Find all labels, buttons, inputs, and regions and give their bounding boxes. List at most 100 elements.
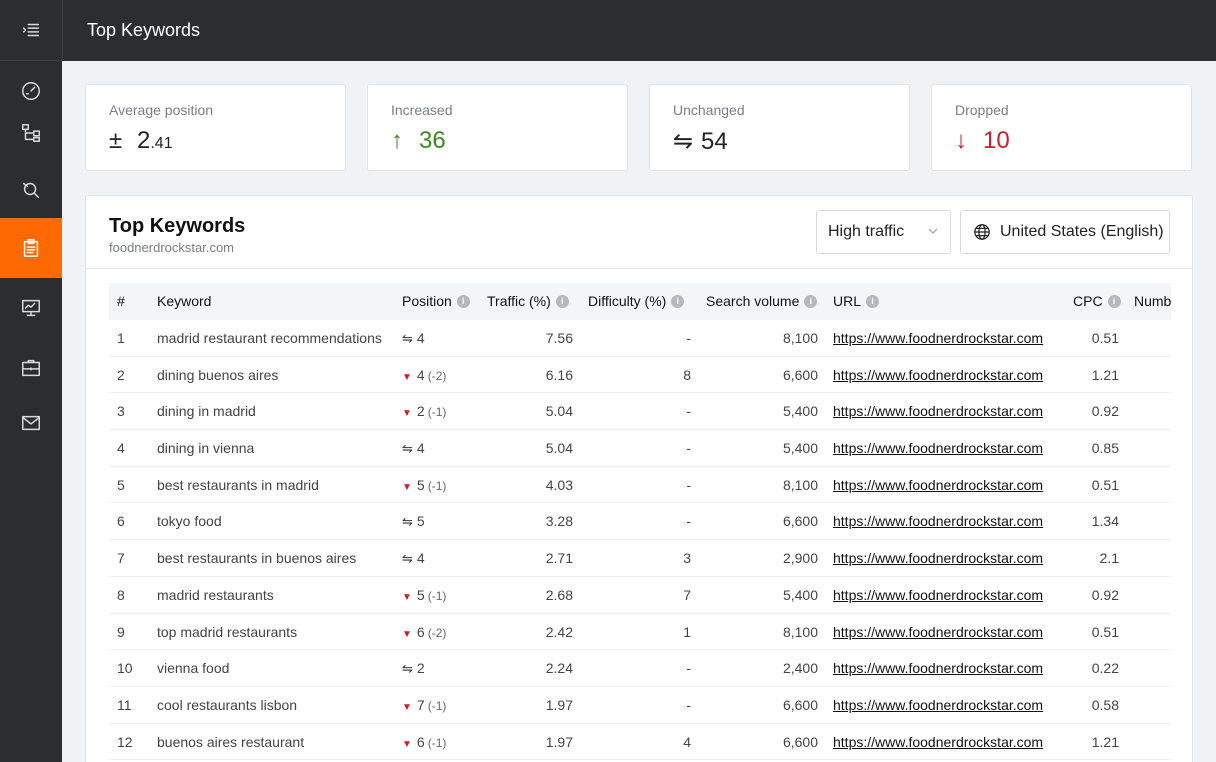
keyword-cell: dining in madrid bbox=[157, 403, 256, 419]
country-select[interactable]: United States (English) bbox=[960, 210, 1170, 254]
sidebar-item-structure[interactable] bbox=[0, 103, 62, 163]
sidebar-item-monitor[interactable] bbox=[0, 278, 62, 338]
cpc-cell: 0.51 bbox=[1073, 330, 1119, 346]
table-row[interactable]: 3dining in madrid▼2(-1)5.04-5,400https:/… bbox=[109, 393, 1171, 430]
search-volume-cell: 2,900 bbox=[706, 550, 818, 566]
sidebar-item-toolbox[interactable] bbox=[0, 338, 62, 398]
traffic-cell: 3.28 bbox=[487, 513, 573, 529]
col-cpc-label: CPC bbox=[1073, 293, 1103, 309]
sidebar-item-keyword-research[interactable] bbox=[0, 159, 62, 219]
position-delta: (-2) bbox=[428, 369, 447, 383]
panel-domain: foodnerdrockstar.com bbox=[109, 240, 234, 255]
url-link[interactable]: https://www.foodnerdrockstar.com bbox=[833, 697, 1052, 713]
table-row[interactable]: 6tokyo food⇋53.28-6,600https://www.foodn… bbox=[109, 503, 1171, 540]
col-cpc[interactable]: CPC i bbox=[1073, 293, 1121, 309]
col-search-volume[interactable]: Search volume i bbox=[706, 293, 817, 309]
sidebar bbox=[0, 0, 62, 762]
url-link[interactable]: https://www.foodnerdrockstar.com bbox=[833, 587, 1052, 603]
sidebar-item-reports[interactable] bbox=[0, 218, 62, 278]
table-row[interactable]: 1madrid restaurant recommendations⇋47.56… bbox=[109, 320, 1171, 357]
col-url[interactable]: URL i bbox=[833, 293, 879, 309]
traffic-cell: 2.71 bbox=[487, 550, 573, 566]
traffic-cell: 5.04 bbox=[487, 440, 573, 456]
info-icon[interactable]: i bbox=[457, 295, 470, 308]
table-row[interactable]: 12buenos aires restaurant▼6(-1)1.9746,60… bbox=[109, 724, 1171, 761]
info-icon[interactable]: i bbox=[804, 295, 817, 308]
col-position[interactable]: Positioni bbox=[402, 293, 470, 309]
url-link[interactable]: https://www.foodnerdrockstar.com bbox=[833, 734, 1052, 750]
traffic-cell: 1.97 bbox=[487, 697, 573, 713]
average-position-card: Average position ± 2.41 bbox=[85, 84, 346, 171]
chevron-down-icon bbox=[928, 226, 938, 236]
position-value: 5 bbox=[417, 513, 425, 529]
url-link[interactable]: https://www.foodnerdrockstar.com bbox=[833, 440, 1052, 456]
cpc-cell: 0.51 bbox=[1073, 477, 1119, 493]
table-row[interactable]: 2dining buenos aires▼4(-2)6.1686,600http… bbox=[109, 357, 1171, 394]
keyword-cell: dining buenos aires bbox=[157, 367, 278, 383]
traffic-cell: 4.03 bbox=[487, 477, 573, 493]
table-row[interactable]: 8madrid restaurants▼5(-1)2.6875,400https… bbox=[109, 577, 1171, 614]
arrow-down-icon: ↓ bbox=[955, 127, 977, 155]
table-header: # Keyword Positioni Traffic (%)i Difficu… bbox=[109, 283, 1171, 320]
position-value: 7 bbox=[417, 697, 425, 713]
search-volume-cell: 5,400 bbox=[706, 587, 818, 603]
col-index[interactable]: # bbox=[117, 293, 125, 309]
info-icon[interactable]: i bbox=[1108, 295, 1121, 308]
position-cell: ⇋5 bbox=[402, 513, 425, 530]
swap-arrows-icon: ⇋ bbox=[402, 661, 413, 676]
row-index: 8 bbox=[117, 587, 125, 603]
col-number[interactable]: Numb bbox=[1134, 293, 1171, 309]
traffic-cell: 2.42 bbox=[487, 624, 573, 640]
url-link[interactable]: https://www.foodnerdrockstar.com bbox=[833, 330, 1052, 346]
url-link[interactable]: https://www.foodnerdrockstar.com bbox=[833, 477, 1052, 493]
url-link[interactable]: https://www.foodnerdrockstar.com bbox=[833, 513, 1052, 529]
plus-minus-icon: ± bbox=[109, 127, 131, 155]
row-index: 9 bbox=[117, 624, 125, 640]
table-row[interactable]: 10vienna food⇋22.24-2,400https://www.foo… bbox=[109, 650, 1171, 687]
difficulty-cell: - bbox=[588, 513, 691, 529]
table-row[interactable]: 9top madrid restaurants▼6(-2)2.4218,100h… bbox=[109, 614, 1171, 651]
divider bbox=[86, 268, 1192, 269]
position-value: 5 bbox=[417, 587, 425, 603]
col-url-label: URL bbox=[833, 293, 861, 309]
table-row[interactable]: 7best restaurants in buenos aires⇋42.713… bbox=[109, 540, 1171, 577]
url-link[interactable]: https://www.foodnerdrockstar.com bbox=[833, 550, 1052, 566]
cpc-cell: 0.92 bbox=[1073, 587, 1119, 603]
keyword-cell: madrid restaurants bbox=[157, 587, 274, 603]
col-traffic[interactable]: Traffic (%)i bbox=[487, 293, 569, 309]
sidebar-item-mail[interactable] bbox=[0, 393, 62, 453]
swap-arrows-icon: ⇋ bbox=[402, 331, 413, 346]
cpc-cell: 2.1 bbox=[1073, 550, 1119, 566]
row-index: 5 bbox=[117, 477, 125, 493]
url-link[interactable]: https://www.foodnerdrockstar.com bbox=[833, 660, 1052, 676]
search-volume-cell: 5,400 bbox=[706, 403, 818, 419]
table-row[interactable]: 4dining in vienna⇋45.04-5,400https://www… bbox=[109, 430, 1171, 467]
card-label: Average position bbox=[109, 102, 213, 118]
info-icon[interactable]: i bbox=[866, 295, 879, 308]
info-icon[interactable]: i bbox=[556, 295, 569, 308]
url-link[interactable]: https://www.foodnerdrockstar.com bbox=[833, 624, 1052, 640]
col-search-volume-label: Search volume bbox=[706, 293, 799, 309]
card-value: ↑ 36 bbox=[391, 127, 446, 155]
table-row[interactable]: 11cool restaurants lisbon▼7(-1)1.97-6,60… bbox=[109, 687, 1171, 724]
info-icon[interactable]: i bbox=[671, 295, 684, 308]
cpc-cell: 0.85 bbox=[1073, 440, 1119, 456]
table-row[interactable]: 5best restaurants in madrid▼5(-1)4.03-8,… bbox=[109, 467, 1171, 504]
panel-title: Top Keywords bbox=[109, 215, 245, 238]
col-difficulty[interactable]: Difficulty (%)i bbox=[588, 293, 684, 309]
col-keyword[interactable]: Keyword bbox=[157, 293, 211, 309]
globe-icon bbox=[973, 223, 991, 241]
traffic-filter-select[interactable]: High traffic bbox=[816, 210, 951, 254]
url-link[interactable]: https://www.foodnerdrockstar.com bbox=[833, 403, 1052, 419]
keyword-cell: madrid restaurant recommendations bbox=[157, 330, 382, 346]
top-keywords-panel: Top Keywords foodnerdrockstar.com High t… bbox=[85, 195, 1193, 762]
site-structure-icon bbox=[20, 122, 42, 144]
row-index: 11 bbox=[117, 697, 132, 713]
url-link[interactable]: https://www.foodnerdrockstar.com bbox=[833, 367, 1052, 383]
triangle-down-icon: ▼ bbox=[402, 482, 412, 493]
difficulty-cell: - bbox=[588, 697, 691, 713]
col-number-label: Numb bbox=[1134, 293, 1171, 309]
col-index-label: # bbox=[117, 293, 125, 309]
position-cell: ▼6(-2) bbox=[402, 624, 446, 640]
menu-toggle-button[interactable] bbox=[0, 0, 62, 61]
